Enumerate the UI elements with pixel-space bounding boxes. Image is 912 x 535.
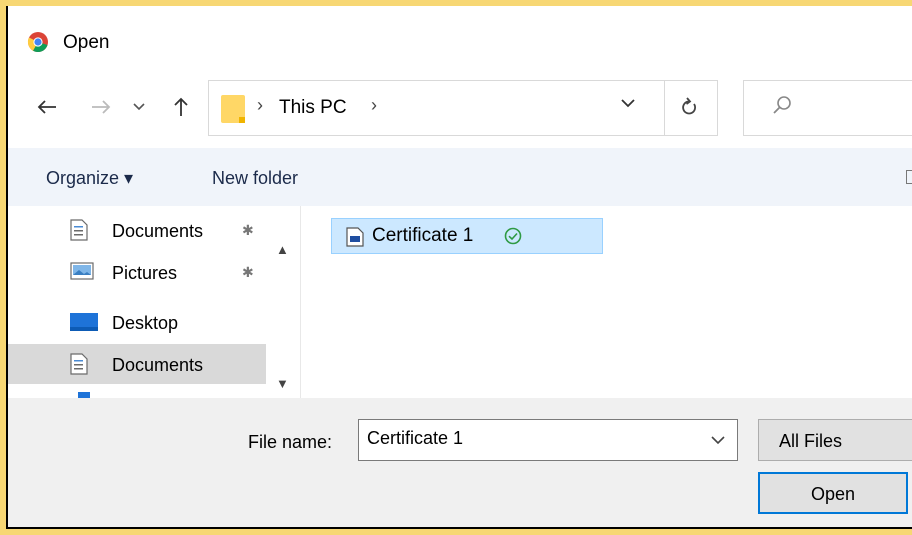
scroll-up-icon[interactable]: ▲ [276,242,289,257]
sidebar-item-label: Documents [112,221,204,241]
up-button[interactable] [168,94,194,120]
search-icon [773,96,791,114]
sidebar-item-documents[interactable]: Documents [8,344,266,384]
breadcrumb-separator-icon: › [257,95,263,115]
file-type-value: All Files [779,431,843,451]
arrow-up-icon [174,97,188,116]
folder-icon [221,95,245,123]
file-list: Certificate 1 [301,206,912,398]
pin-icon: ✱ [242,222,254,238]
breadcrumb-chevron-icon[interactable]: › [371,95,377,116]
file-type-select[interactable]: All Files [758,419,912,461]
arrow-right-icon [92,100,111,114]
desktop-icon [70,313,98,331]
navigation-pane: Documents ✱ Pictures ✱ Desktop Documents [8,206,300,398]
file-name-input[interactable] [367,428,687,449]
file-name: Certificate 1 [372,225,474,246]
search-box[interactable] [743,80,912,136]
organize-button[interactable]: Organize ▾ [46,168,133,189]
sidebar-item-desktop[interactable]: Desktop [8,302,266,342]
sidebar-item-pictures[interactable]: Pictures ✱ [8,252,266,292]
chrome-icon [27,32,48,53]
new-folder-button[interactable]: New folder [212,168,298,189]
address-dropdown-icon[interactable] [621,99,635,108]
file-name-combobox[interactable] [358,419,738,461]
certificate-file-icon [346,227,364,247]
navigation-bar: › This PC › [8,66,912,136]
chevron-down-icon[interactable] [711,436,725,445]
scroll-down-icon[interactable]: ▼ [276,376,289,391]
sidebar-item-label: Pictures [112,263,178,283]
file-name-label: File name: [248,432,333,452]
breadcrumb-this-pc[interactable]: This PC [279,97,347,119]
open-file-dialog: Open › This PC › Organize ▾ New folder D… [6,6,912,529]
sidebar-item-documents-pinned[interactable]: Documents ✱ [8,210,266,250]
documents-icon [70,219,88,241]
refresh-icon[interactable] [679,95,699,119]
sidebar-item-label: Documents [112,355,204,375]
file-item[interactable]: Certificate 1 [331,218,603,254]
change-view-icon[interactable] [906,170,912,184]
address-divider [664,81,665,135]
address-bar[interactable]: › This PC › [208,80,718,136]
dialog-title: Open [63,32,110,53]
documents-icon [70,353,88,375]
back-button[interactable] [34,94,60,120]
arrow-left-icon [37,100,56,114]
sidebar-item-label: Desktop [112,313,179,333]
footer-panel: File name: All Files Open [8,398,912,527]
forward-button[interactable] [88,94,114,120]
pictures-icon [70,262,94,280]
recent-locations-button[interactable] [126,94,152,120]
command-bar: Organize ▾ New folder [8,148,912,206]
open-button-label: Open [810,484,856,504]
sync-status-icon [504,227,522,245]
chevron-down-icon [133,103,145,111]
pin-icon: ✱ [242,264,254,280]
open-button[interactable]: Open [758,472,908,514]
title-bar: Open [8,6,912,66]
